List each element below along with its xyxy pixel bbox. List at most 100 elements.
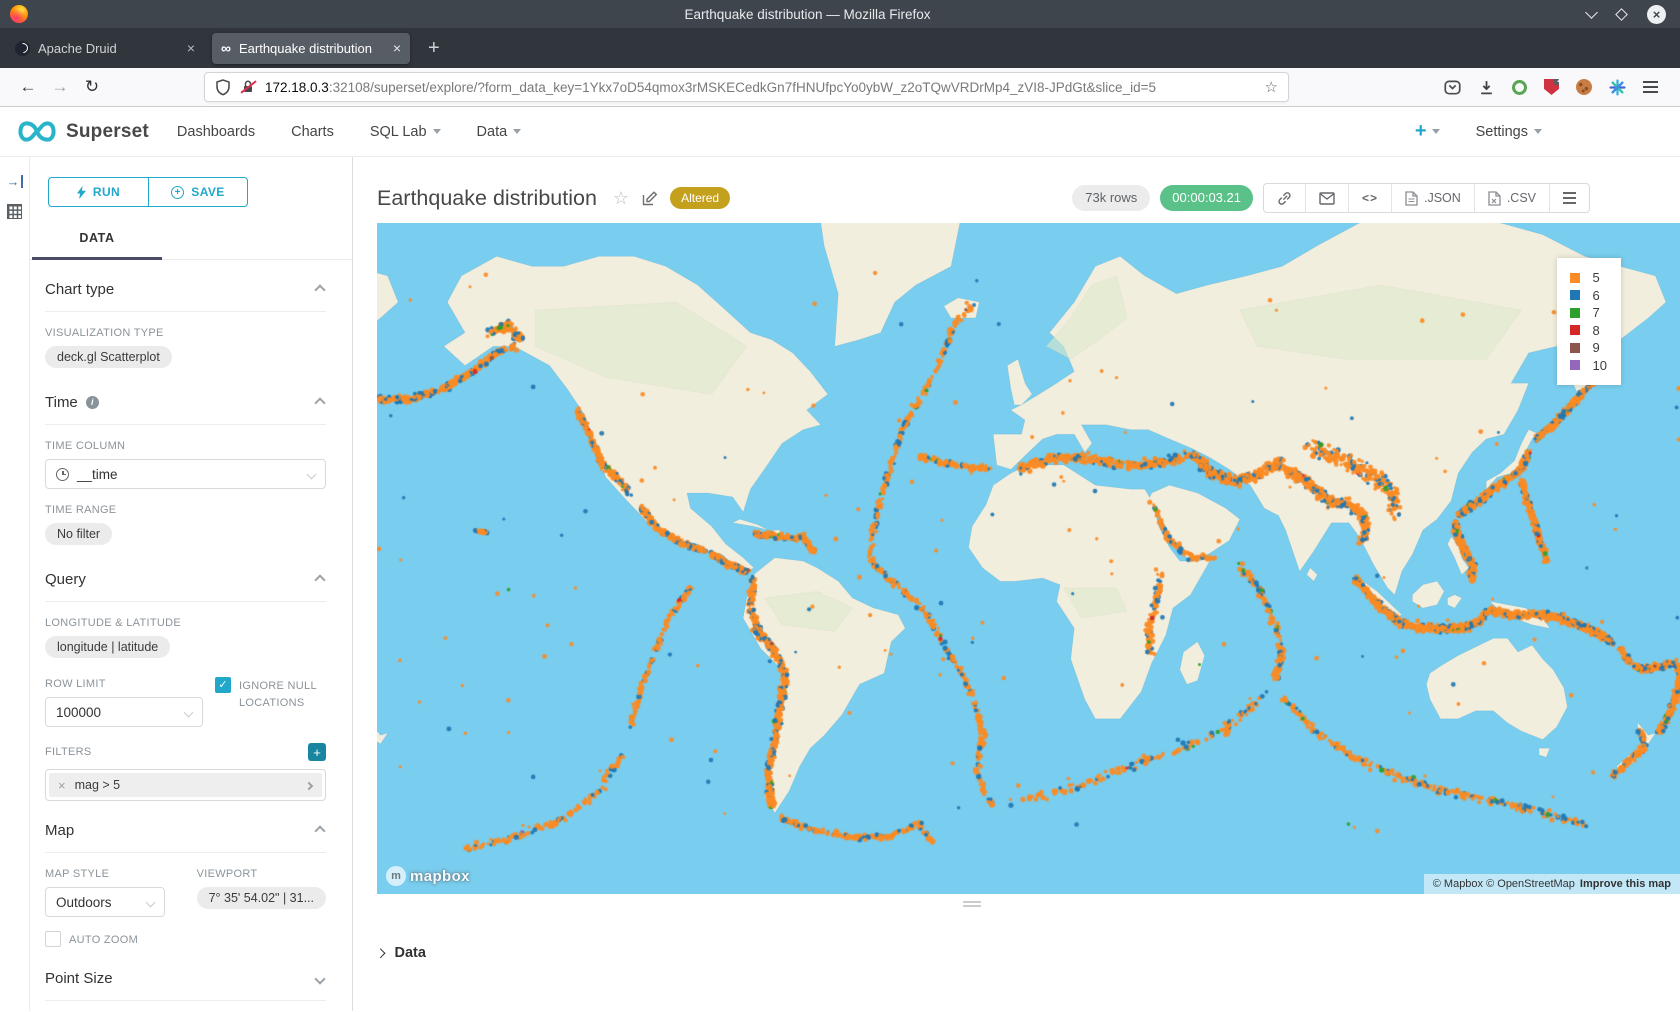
chart-menu-button[interactable] <box>1549 184 1589 212</box>
ignore-null-checkbox[interactable]: ✓ <box>215 677 231 693</box>
colorways-icon[interactable] <box>1609 79 1626 96</box>
edit-properties-icon[interactable] <box>642 190 658 206</box>
nav-data[interactable]: Data <box>477 124 522 140</box>
menu-icon[interactable] <box>1643 81 1658 92</box>
row-limit-select[interactable]: 100000 <box>45 697 203 727</box>
mapbox-logo[interactable]: m mapbox <box>386 866 470 886</box>
legend-item[interactable]: 6 <box>1570 287 1607 305</box>
time-range-value[interactable]: No filter <box>45 523 112 545</box>
mapbox-wordmark: mapbox <box>410 868 470 885</box>
chevron-down-icon <box>146 897 156 907</box>
url-bar[interactable]: 172.18.0.3:32108/superset/explore/?form_… <box>204 72 1289 102</box>
tab-earthquake-distribution[interactable]: ∞ Earthquake distribution × <box>212 33 410 64</box>
left-icon-rail: → <box>0 157 30 1011</box>
auto-zoom-checkbox[interactable] <box>45 931 61 947</box>
copy-link-button[interactable] <box>1264 184 1305 212</box>
nav-dashboards[interactable]: Dashboards <box>177 124 255 140</box>
url-text[interactable]: 172.18.0.3:32108/superset/explore/?form_… <box>265 80 1256 95</box>
close-icon[interactable]: × <box>1647 5 1666 24</box>
mapbox-logo-icon: m <box>386 866 406 886</box>
export-json-button[interactable]: .JSON <box>1391 184 1474 212</box>
legend-item[interactable]: 8 <box>1570 322 1607 340</box>
section-time[interactable]: Timei <box>45 373 326 425</box>
extension-shield-icon[interactable]: 2 <box>1544 79 1559 95</box>
run-button[interactable]: RUN <box>48 177 148 207</box>
legend-swatch-icon <box>1570 343 1580 353</box>
extension-privacy-icon[interactable] <box>1512 80 1527 95</box>
tab-close-icon[interactable]: × <box>187 40 195 56</box>
insecure-lock-icon[interactable] <box>240 79 256 95</box>
superset-logo[interactable]: Superset <box>16 120 149 143</box>
superset-navbar: Superset Dashboards Charts SQL Lab Data … <box>0 107 1680 157</box>
improve-map-link[interactable]: Improve this map <box>1580 878 1671 890</box>
attribution-text: © Mapbox © OpenStreetMap <box>1433 878 1575 890</box>
export-csv-button[interactable]: .CSV <box>1474 184 1549 212</box>
forward-button[interactable]: → <box>44 77 76 97</box>
legend-item[interactable]: 7 <box>1570 304 1607 322</box>
maximize-icon[interactable] <box>1615 8 1628 21</box>
time-column-select[interactable]: __time <box>45 459 326 489</box>
add-filter-button[interactable]: + <box>308 743 326 761</box>
url-path: :32108/superset/explore/?form_data_key=1… <box>329 80 1156 95</box>
viz-type-value[interactable]: deck.gl Scatterplot <box>45 346 172 368</box>
info-icon: i <box>86 396 99 409</box>
expand-panel-icon[interactable]: → <box>7 175 23 188</box>
expand-filter-icon[interactable] <box>306 778 322 792</box>
panel-resize-handle[interactable] <box>353 901 1590 907</box>
viz-type-label: VISUALIZATION TYPE <box>45 327 326 339</box>
extension-badge: 2 <box>1554 74 1565 85</box>
save-button[interactable]: + SAVE <box>148 177 248 207</box>
nav-charts[interactable]: Charts <box>291 124 334 140</box>
chevron-down-icon <box>314 973 325 984</box>
legend-label: 9 <box>1593 340 1600 355</box>
lonlat-value[interactable]: longitude | latitude <box>45 636 170 658</box>
nav-sql-lab[interactable]: SQL Lab <box>370 124 441 140</box>
section-point-size[interactable]: Point Size <box>45 949 326 1001</box>
dataset-grid-icon[interactable] <box>7 204 22 219</box>
chevron-down-icon <box>433 129 441 134</box>
remove-filter-icon[interactable]: × <box>49 778 75 793</box>
filter-item[interactable]: × mag > 5 <box>49 773 322 797</box>
row-count-badge: 73k rows <box>1072 185 1150 211</box>
download-icon[interactable] <box>1478 79 1495 96</box>
embed-code-button[interactable]: <> <box>1348 184 1391 212</box>
control-panel: RUN + SAVE DATA Chart type VISUALIZATION… <box>30 157 353 1011</box>
reload-button[interactable]: ↻ <box>76 77 108 97</box>
section-chart-type[interactable]: Chart type <box>45 260 326 312</box>
legend-swatch-icon <box>1570 325 1580 335</box>
viewport-value[interactable]: 7° 35' 54.02" | 31... <box>197 887 326 909</box>
data-panel-label: Data <box>395 945 426 961</box>
chevron-down-icon <box>1534 129 1542 134</box>
settings-menu[interactable]: Settings <box>1476 124 1542 140</box>
tab-apache-druid[interactable]: Apache Druid × <box>6 33 204 64</box>
tab-close-icon[interactable]: × <box>393 40 401 56</box>
lonlat-label: LONGITUDE & LATITUDE <box>45 617 326 629</box>
favorite-star-icon[interactable]: ☆ <box>613 188 629 209</box>
pocket-icon[interactable] <box>1444 79 1461 96</box>
viewport-label: VIEWPORT <box>197 868 326 880</box>
data-panel-toggle[interactable]: Data <box>377 945 426 961</box>
legend-item[interactable]: 5 <box>1570 269 1607 287</box>
cookie-extension-icon[interactable] <box>1576 79 1592 95</box>
minimize-icon[interactable] <box>1585 6 1598 19</box>
deckgl-scatter-map[interactable]: 56789 10 m mapbox © Mapbox © OpenStreetMa… <box>377 223 1680 894</box>
new-tab-button[interactable]: + <box>418 37 450 60</box>
legend-item[interactable]: 10 <box>1570 357 1607 375</box>
chart-panel: Earthquake distribution ☆ Altered 73k ro… <box>353 157 1680 1011</box>
legend-item[interactable]: 9 <box>1570 339 1607 357</box>
shield-icon[interactable] <box>215 79 231 96</box>
legend-label: 6 <box>1593 288 1600 303</box>
back-button[interactable]: ← <box>12 77 44 97</box>
map-legend: 56789 10 <box>1557 258 1621 385</box>
altered-badge: Altered <box>670 187 730 209</box>
map-style-select[interactable]: Outdoors <box>45 887 165 917</box>
brand-name: Superset <box>66 121 149 143</box>
section-query[interactable]: Query <box>45 550 326 602</box>
ignore-null-label: IGNORE NULL LOCATIONS <box>239 678 326 712</box>
add-new-button[interactable]: + <box>1415 120 1440 143</box>
section-map[interactable]: Map <box>45 801 326 853</box>
email-button[interactable] <box>1305 184 1348 212</box>
bookmark-star-icon[interactable]: ☆ <box>1265 78 1278 96</box>
tab-data[interactable]: DATA <box>32 221 162 260</box>
chart-actions-group: <> .JSON .CSV <box>1263 183 1590 213</box>
